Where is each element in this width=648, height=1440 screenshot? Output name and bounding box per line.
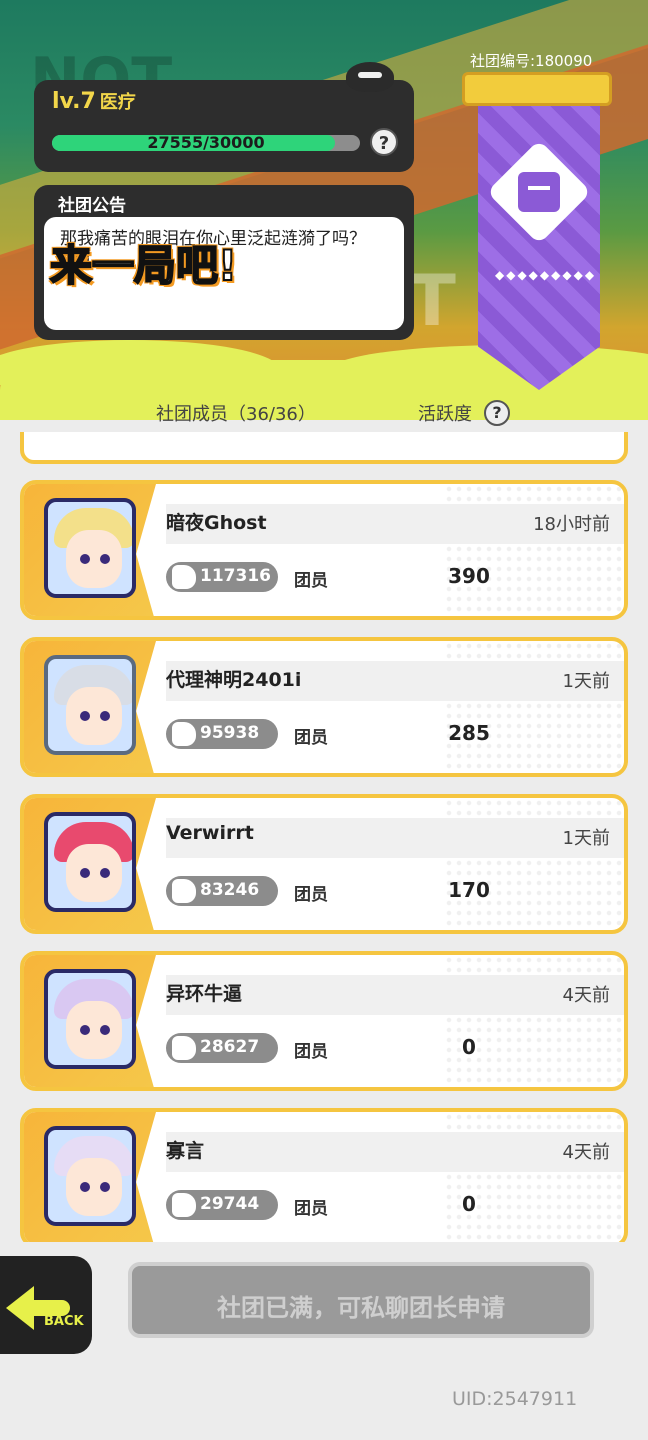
member-name: Verwirrt (166, 822, 254, 844)
club-full-label: 社团已满，可私聊团长申请 (217, 1294, 505, 1322)
member-activity: 0 (462, 1192, 476, 1216)
member-card[interactable]: Verwirrt 1天前 83246 团员 170 (20, 794, 628, 934)
emblem-face-icon (518, 172, 560, 212)
member-role: 团员 (294, 728, 328, 748)
member-power-value: 29744 (200, 1194, 260, 1214)
club-id: 社团编号:180090 (470, 52, 593, 70)
name-bar (166, 1132, 624, 1172)
member-card[interactable]: 代理神明2401i 1天前 95938 团员 285 (20, 637, 628, 777)
activity-column-header: 活跃度 (418, 404, 472, 425)
fist-icon (172, 722, 196, 746)
members-column-header: 社团成员（36/36） (156, 404, 316, 425)
avatar-eye (100, 1182, 110, 1192)
activity-help-button[interactable]: ? (484, 400, 510, 426)
banner-rod (462, 72, 612, 106)
member-list[interactable]: 暗夜Ghost 18小时前 117316 团员 390 代理神明2401i 1天前 95938… (0, 432, 648, 1242)
member-name: 代理神明2401i (166, 669, 302, 691)
member-power: 95938 (166, 719, 278, 749)
back-button[interactable]: BACK (0, 1256, 92, 1354)
club-level-panel: lv.7 医疗 27555/30000 ? (34, 80, 414, 172)
member-role: 团员 (294, 571, 328, 591)
fist-icon (172, 879, 196, 903)
avatar-face (66, 530, 122, 588)
avatar-eye (100, 1025, 110, 1035)
level-help-button[interactable]: ? (370, 128, 398, 156)
member-activity: 0 (462, 1035, 476, 1059)
notice-title: 社团公告 (58, 196, 126, 216)
fist-icon (172, 1193, 196, 1217)
member-card[interactable]: 寡言 4天前 29744 团员 0 (20, 1108, 628, 1242)
avatar-eye (80, 554, 90, 564)
member-last-online: 4天前 (562, 985, 610, 1006)
mascot-icon (346, 62, 394, 92)
member-avatar[interactable] (44, 969, 136, 1069)
member-activity: 170 (448, 878, 490, 902)
member-activity: 285 (448, 721, 490, 745)
banner-dots: ◆◆◆◆◆◆◆◆◆ (495, 268, 597, 282)
member-role: 团员 (294, 1042, 328, 1062)
fist-icon (172, 1036, 196, 1060)
member-last-online: 4天前 (562, 1142, 610, 1163)
avatar-face (66, 844, 122, 902)
member-power-value: 83246 (200, 880, 260, 900)
member-card[interactable]: 暗夜Ghost 18小时前 117316 团员 390 (20, 480, 628, 620)
member-name: 寡言 (166, 1140, 205, 1162)
member-power: 29744 (166, 1190, 278, 1220)
member-power-value: 28627 (200, 1037, 260, 1057)
avatar-face (66, 1158, 122, 1216)
member-card[interactable]: 异环牛逼 4天前 28627 团员 0 (20, 951, 628, 1091)
xp-text: 27555/30000 (147, 133, 265, 152)
member-activity: 390 (448, 564, 490, 588)
level-label: lv.7 (52, 89, 96, 114)
member-power: 117316 (166, 562, 278, 592)
club-level: lv.7 医疗 (52, 88, 136, 114)
member-last-online: 18小时前 (533, 514, 610, 535)
avatar-eye (80, 711, 90, 721)
member-avatar[interactable] (44, 655, 136, 755)
avatar-eye (80, 1025, 90, 1035)
member-power-value: 95938 (200, 723, 260, 743)
member-role: 团员 (294, 1199, 328, 1219)
member-avatar[interactable] (44, 1126, 136, 1226)
member-power-value: 117316 (200, 566, 271, 586)
club-full-button[interactable]: 社团已满，可私聊团长申请 (128, 1262, 594, 1338)
back-label: BACK (44, 1314, 84, 1329)
user-uid: UID:2547911 (452, 1388, 578, 1410)
avatar-eye (80, 1182, 90, 1192)
member-role: 团员 (294, 885, 328, 905)
avatar-face (66, 687, 122, 745)
xp-progress-bar: 27555/30000 (52, 133, 360, 152)
member-last-online: 1天前 (562, 671, 610, 692)
member-name: 暗夜Ghost (166, 512, 267, 534)
member-avatar[interactable] (44, 498, 136, 598)
member-power: 83246 (166, 876, 278, 906)
member-power: 28627 (166, 1033, 278, 1063)
member-avatar[interactable] (44, 812, 136, 912)
member-name: 异环牛逼 (166, 983, 243, 1005)
member-card-partial[interactable] (20, 432, 628, 464)
avatar-eye (100, 711, 110, 721)
avatar-eye (100, 868, 110, 878)
avatar-eye (100, 554, 110, 564)
fist-icon (172, 565, 196, 589)
avatar-eye (80, 868, 90, 878)
notice-overlay-text: 来一局吧! (49, 240, 238, 291)
avatar-face (66, 1001, 122, 1059)
member-last-online: 1天前 (562, 828, 610, 849)
club-category: 医疗 (99, 92, 136, 113)
